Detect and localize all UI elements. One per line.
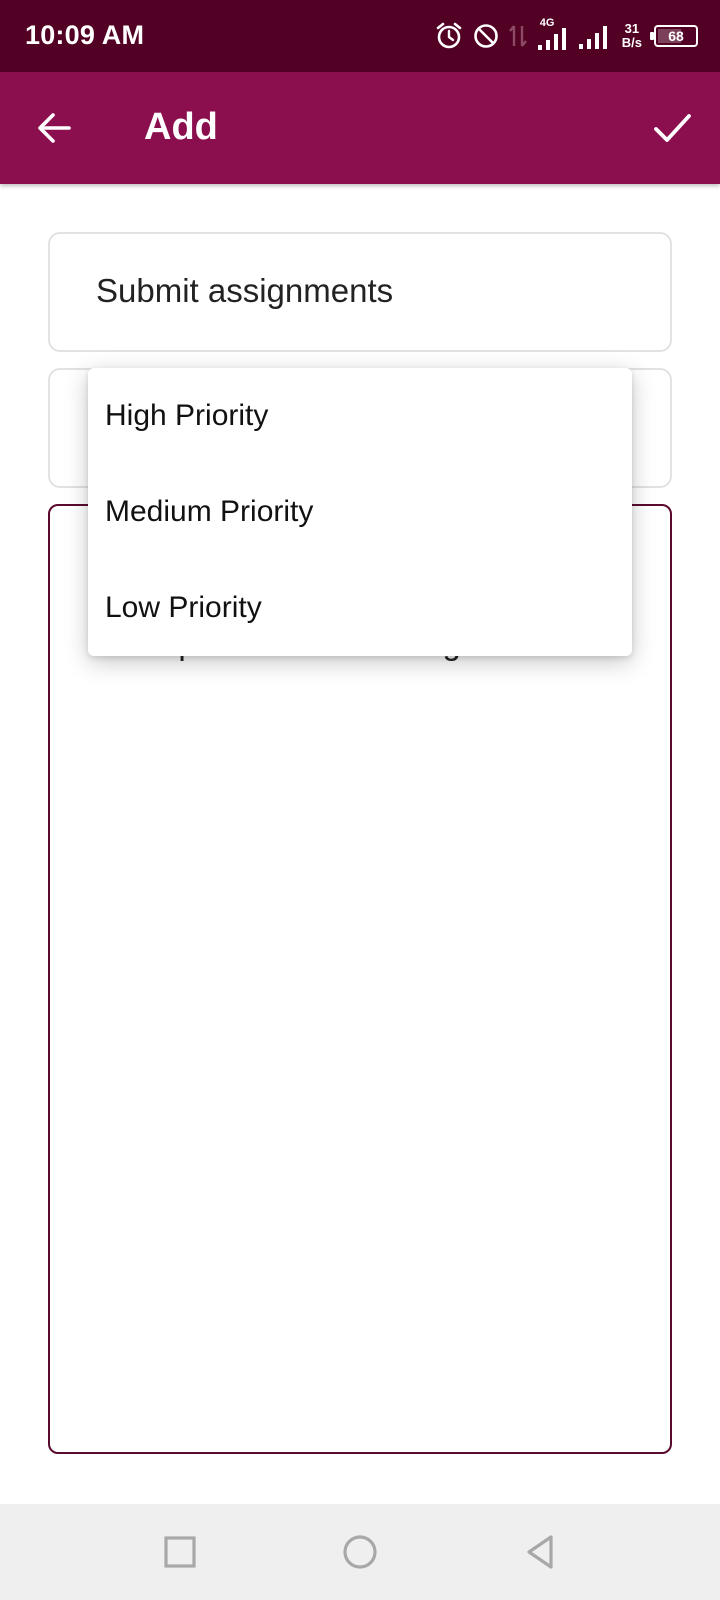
network-speed-unit: B/s — [621, 35, 642, 50]
save-button[interactable] — [646, 102, 698, 154]
recents-button[interactable] — [158, 1530, 202, 1574]
add-task-screen: 10:09 AM 4G 31 B/s 68 Add Submit assignm… — [0, 0, 720, 1600]
network-speed-value: 31 — [624, 21, 640, 36]
network-type-label: 4G — [539, 17, 555, 29]
battery-icon: 68 — [650, 25, 698, 47]
status-time: 10:09 AM — [25, 20, 145, 50]
priority-option-low[interactable]: Low Priority — [88, 560, 632, 656]
recents-icon — [164, 1536, 196, 1568]
app-bar: Add — [0, 72, 720, 184]
arrow-back-icon — [38, 113, 71, 143]
priority-option-medium[interactable]: Medium Priority — [88, 464, 632, 560]
home-icon — [343, 1535, 377, 1569]
nav-back-button[interactable] — [518, 1530, 562, 1574]
signal-icon — [578, 21, 610, 51]
signal-4g-icon: 4G — [536, 17, 570, 53]
battery-level: 68 — [668, 28, 684, 44]
network-speed: 31 B/s — [622, 22, 642, 50]
status-icons: 4G 31 B/s 68 — [434, 14, 698, 58]
check-icon — [654, 114, 691, 142]
back-icon — [527, 1535, 553, 1569]
do-not-disturb-icon — [472, 22, 500, 50]
system-nav-bar — [0, 1504, 720, 1600]
home-button[interactable] — [338, 1530, 382, 1574]
status-bar: 10:09 AM 4G 31 B/s 68 — [0, 0, 720, 72]
data-transfer-icon — [508, 22, 528, 50]
priority-option-high[interactable]: High Priority — [88, 368, 632, 464]
back-button[interactable] — [30, 104, 78, 152]
title-field — [48, 232, 672, 352]
priority-dropdown-menu: High Priority Medium Priority Low Priori… — [88, 368, 632, 656]
page-title: Add — [144, 106, 218, 148]
alarm-icon — [434, 21, 464, 51]
title-input[interactable] — [96, 272, 616, 310]
